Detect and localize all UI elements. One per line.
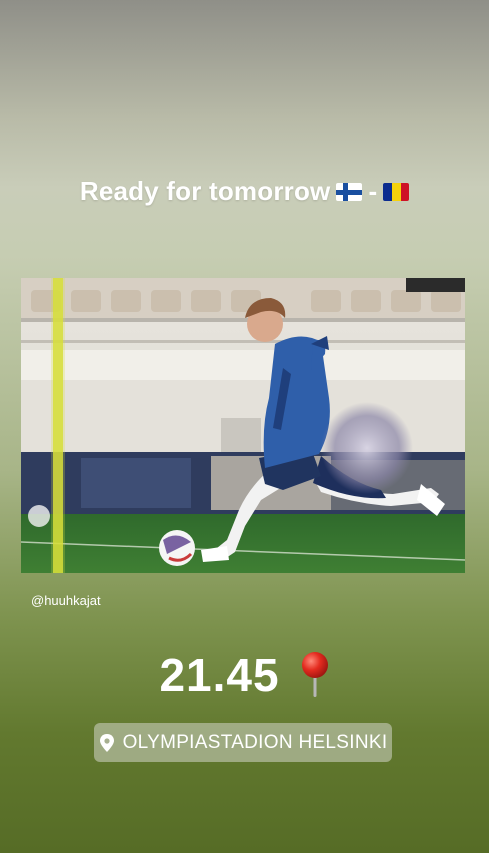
kickoff-time-row: 21.45 [0, 648, 489, 702]
caption-text: Ready for tomorrow [79, 176, 331, 206]
finland-flag-icon [336, 182, 363, 201]
red-pushpin-icon [301, 652, 328, 697]
location-pin-icon [99, 733, 114, 752]
location-sticker[interactable]: OLYMPIASTADION HELSINKI [94, 723, 392, 762]
location-label: OLYMPIASTADION HELSINKI [122, 731, 388, 753]
story-screen: Ready for tomorrow - @huuhkajat 21.45 OL… [0, 0, 489, 853]
kickoff-time: 21.45 [159, 649, 280, 701]
caption-row: Ready for tomorrow - [0, 176, 489, 207]
caption-separator: - [368, 176, 378, 206]
romania-flag-icon [383, 182, 410, 201]
training-photo [21, 278, 465, 573]
photo-credit-mention[interactable]: @huuhkajat [31, 593, 101, 608]
